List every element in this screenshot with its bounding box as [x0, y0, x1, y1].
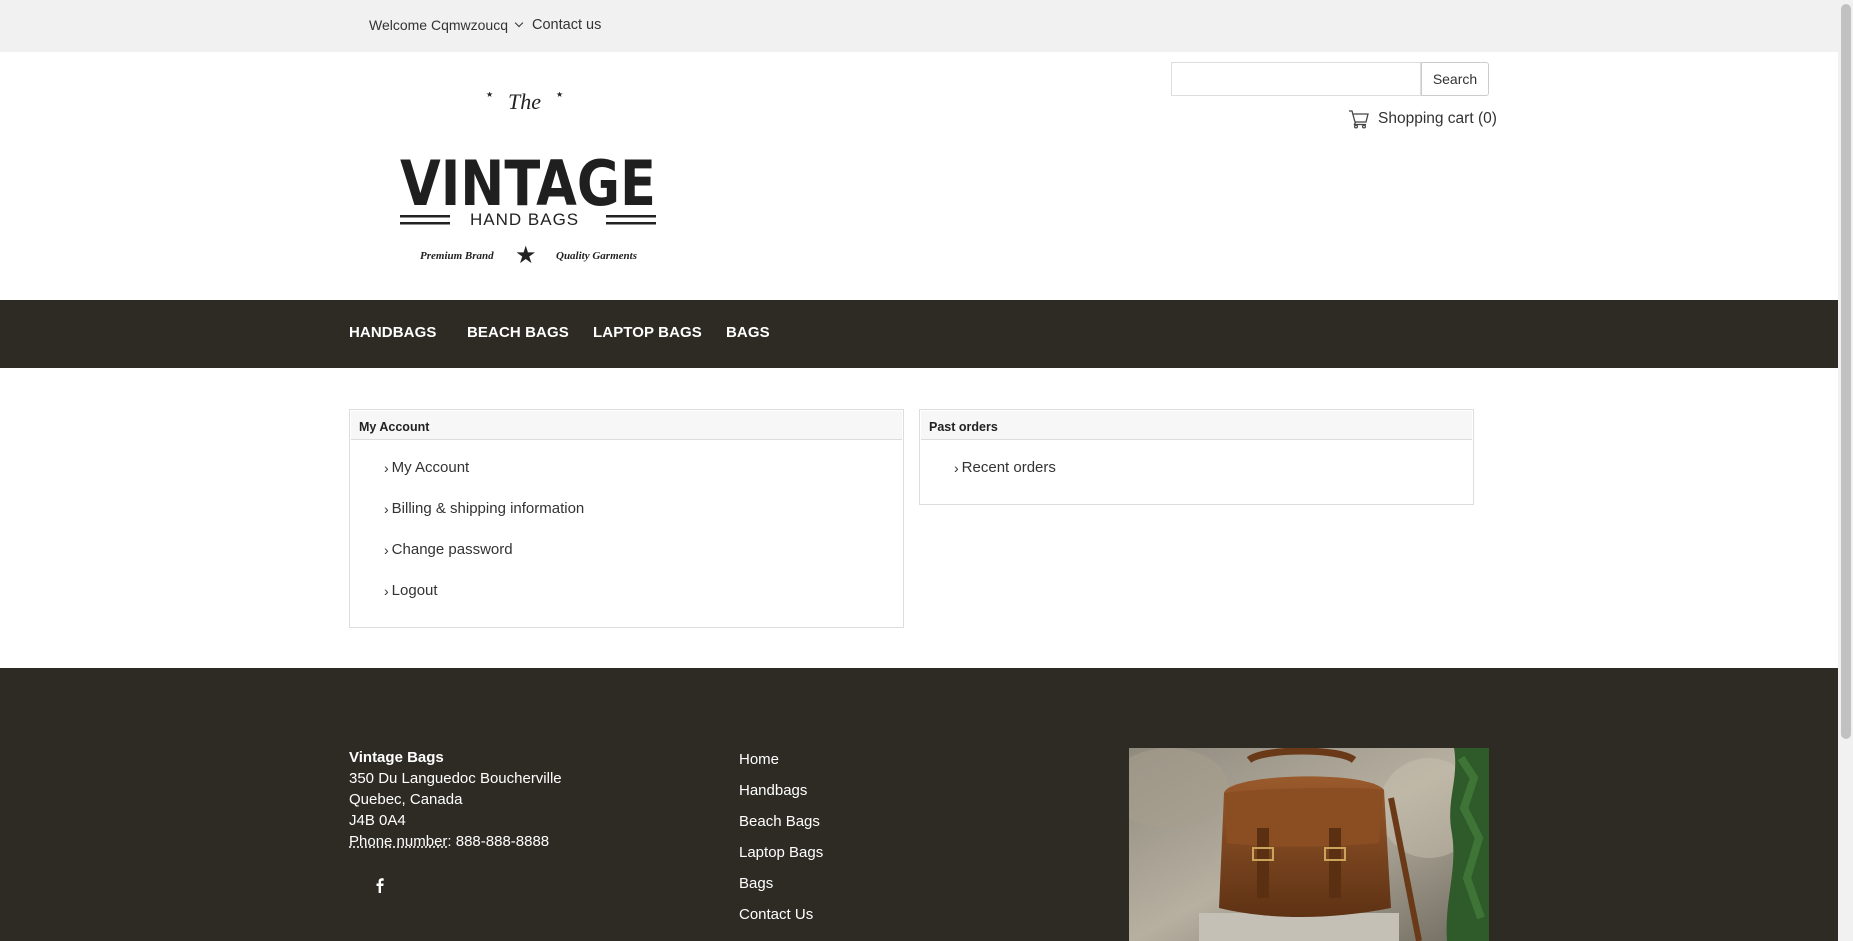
chevron-right-icon: › — [384, 582, 389, 599]
shopping-cart-icon — [1349, 110, 1369, 129]
past-orders-panel: Past orders › Recent orders — [919, 409, 1474, 505]
nav-item-bags[interactable]: BAGS — [726, 324, 770, 341]
footer-link-home[interactable]: Home — [739, 751, 779, 768]
chevron-right-icon: › — [384, 500, 389, 517]
footer-phone: Phone number: 888-888-8888 — [349, 833, 549, 850]
footer-link-beach-bags[interactable]: Beach Bags — [739, 813, 820, 830]
logout-link[interactable]: › Logout — [384, 582, 438, 599]
search-button[interactable]: Search — [1421, 62, 1489, 96]
search-input[interactable] — [1171, 62, 1421, 96]
link-label: Billing & shipping information — [391, 500, 585, 517]
scrollbar-thumb[interactable] — [1841, 4, 1851, 739]
link-label: Logout — [391, 582, 438, 599]
chevron-right-icon: › — [384, 541, 389, 558]
footer-link-bags[interactable]: Bags — [739, 875, 773, 892]
svg-text:HAND BAGS: HAND BAGS — [470, 210, 579, 229]
cart-label: Shopping cart (0) — [1378, 110, 1497, 127]
contact-us-link[interactable]: Contact us — [532, 17, 601, 33]
recent-orders-link[interactable]: › Recent orders — [954, 459, 1056, 476]
svg-text:★: ★ — [515, 242, 537, 269]
svg-text:The: The — [508, 92, 541, 114]
vintage-logo[interactable]: ★ The ★ VINTAGE HAND BAGS Premium Brand … — [398, 89, 658, 272]
nav-item-beach-bags[interactable]: BEACH BAGS — [467, 324, 569, 341]
footer-link-handbags[interactable]: Handbags — [739, 782, 807, 799]
leather-bag-photo — [1129, 748, 1489, 941]
chevron-down-icon — [514, 18, 524, 28]
chevron-right-icon: › — [384, 459, 389, 476]
site-header: ★ The ★ VINTAGE HAND BAGS Premium Brand … — [0, 52, 1838, 300]
my-account-link[interactable]: › My Account — [384, 459, 469, 476]
svg-text:★: ★ — [486, 92, 493, 99]
link-label: Change password — [391, 541, 513, 558]
nav-item-laptop-bags[interactable]: LAPTOP BAGS — [593, 324, 702, 341]
footer-postal: J4B 0A4 — [349, 812, 406, 829]
top-bar: Welcome Cqmwzoucq Contact us — [0, 0, 1838, 52]
footer-address-line: Quebec, Canada — [349, 791, 463, 808]
change-password-link[interactable]: › Change password — [384, 541, 513, 558]
site-footer: Vintage Bags 350 Du Languedoc Bouchervil… — [0, 668, 1838, 941]
welcome-label: Welcome Cqmwzoucq — [369, 17, 509, 33]
facebook-icon[interactable] — [372, 876, 388, 894]
nav-item-handbags[interactable]: HANDBAGS — [349, 324, 436, 341]
panel-title: Past orders — [921, 411, 1472, 440]
footer-link-laptop-bags[interactable]: Laptop Bags — [739, 844, 823, 861]
main-nav: HANDBAGS BEACH BAGS LAPTOP BAGS BAGS — [0, 300, 1838, 368]
svg-text:★: ★ — [556, 92, 563, 99]
link-label: My Account — [391, 459, 470, 476]
shopping-cart-link[interactable]: Shopping cart (0) — [1348, 109, 1497, 129]
footer-company: Vintage Bags — [349, 749, 444, 766]
welcome-dropdown[interactable]: Welcome Cqmwzoucq — [369, 17, 524, 33]
footer-address-line: 350 Du Languedoc Boucherville — [349, 770, 562, 787]
chevron-right-icon: › — [954, 459, 959, 476]
billing-shipping-link[interactable]: › Billing & shipping information — [384, 500, 584, 517]
my-account-panel: My Account › My Account › Billing & ship… — [349, 409, 904, 628]
phone-number: : 888-888-8888 — [447, 833, 550, 850]
link-label: Recent orders — [961, 459, 1056, 476]
svg-text:Premium Brand: Premium Brand — [420, 250, 494, 262]
phone-label: Phone number — [349, 833, 448, 850]
svg-text:Quality Garments: Quality Garments — [556, 250, 637, 262]
panel-title: My Account — [351, 411, 902, 440]
footer-link-contact-us[interactable]: Contact Us — [739, 906, 813, 923]
